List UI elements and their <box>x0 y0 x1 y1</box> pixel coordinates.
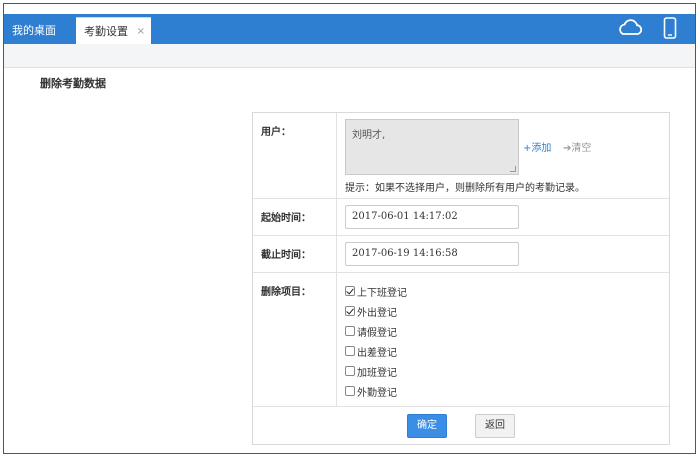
end-time-cell: 2017-06-19 14:16:58 <box>337 236 669 272</box>
item-label: 请假登记 <box>357 327 397 339</box>
delete-items-list: 上下班登记 外出登记 请假登记 出差登记 加班登记 外勤登记 <box>345 281 407 401</box>
delete-items-cell: 上下班登记 外出登记 请假登记 出差登记 加班登记 外勤登记 <box>337 273 669 406</box>
sub-toolbar <box>4 44 695 68</box>
delete-items-row: 删除项目： 上下班登记 外出登记 请假登记 出差登记 加班登记 外勤登记 <box>253 273 669 407</box>
end-time-row: 截止时间： 2017-06-19 14:16:58 <box>253 236 669 273</box>
item-overtime[interactable]: 加班登记 <box>345 361 407 381</box>
actions-row: 确定 返回 <box>253 407 669 445</box>
selected-users: 刘明才, <box>352 130 386 141</box>
app-window: 我的桌面 考勤设置 × 删除考勤数据 用户： 刘明才, +添加 ➔清空 提示：如… <box>3 3 696 454</box>
tab-label: 考勤设置 <box>84 25 128 38</box>
item-label: 加班登记 <box>357 367 397 379</box>
user-value-cell: 刘明才, +添加 ➔清空 提示：如果不选择用户，则删除所有用户的考勤记录。 <box>337 113 669 198</box>
tab-my-desktop[interactable]: 我的桌面 <box>4 17 72 44</box>
tab-attendance-settings[interactable]: 考勤设置 × <box>76 17 151 44</box>
end-time-input[interactable]: 2017-06-19 14:16:58 <box>345 242 519 266</box>
item-label: 上下班登记 <box>357 287 407 299</box>
close-icon[interactable]: × <box>137 18 145 45</box>
user-select-box[interactable]: 刘明才, <box>345 119 519 175</box>
checkbox[interactable] <box>345 326 355 336</box>
back-button[interactable]: 返回 <box>475 414 515 438</box>
start-time-row: 起始时间： 2017-06-01 14:17:02 <box>253 199 669 236</box>
resize-grip-icon[interactable] <box>510 166 516 172</box>
item-label: 出差登记 <box>357 347 397 359</box>
item-leave[interactable]: 请假登记 <box>345 321 407 341</box>
user-row: 用户： 刘明才, +添加 ➔清空 提示：如果不选择用户，则删除所有用户的考勤记录… <box>253 113 669 199</box>
delete-items-label: 删除项目： <box>253 273 337 406</box>
item-checkin[interactable]: 上下班登记 <box>345 281 407 301</box>
checkbox[interactable] <box>345 386 355 396</box>
top-tab-bar: 我的桌面 考勤设置 × <box>4 14 695 44</box>
item-business-trip[interactable]: 出差登记 <box>345 341 407 361</box>
page-title: 删除考勤数据 <box>40 77 106 90</box>
item-label: 外勤登记 <box>357 387 397 399</box>
checkbox[interactable] <box>345 306 355 316</box>
start-time-cell: 2017-06-01 14:17:02 <box>337 199 669 235</box>
delete-attendance-form: 用户： 刘明才, +添加 ➔清空 提示：如果不选择用户，则删除所有用户的考勤记录… <box>252 112 670 445</box>
cloud-icon[interactable] <box>617 17 643 37</box>
clear-label: 清空 <box>571 143 592 154</box>
add-user-link[interactable]: +添加 <box>523 139 551 154</box>
checkbox[interactable] <box>345 346 355 356</box>
start-time-input[interactable]: 2017-06-01 14:17:02 <box>345 205 519 229</box>
checkbox[interactable] <box>345 366 355 376</box>
checkbox[interactable] <box>345 286 355 296</box>
confirm-button[interactable]: 确定 <box>407 414 447 438</box>
end-time-label: 截止时间： <box>253 236 337 272</box>
clear-user-link[interactable]: ➔清空 <box>563 139 591 154</box>
user-hint: 提示：如果不选择用户，则删除所有用户的考勤记录。 <box>345 183 585 194</box>
user-label: 用户： <box>253 113 337 198</box>
item-outing[interactable]: 外出登记 <box>345 301 407 321</box>
phone-icon[interactable] <box>663 17 677 39</box>
item-field-work[interactable]: 外勤登记 <box>345 381 407 401</box>
item-label: 外出登记 <box>357 307 397 319</box>
start-time-label: 起始时间： <box>253 199 337 235</box>
